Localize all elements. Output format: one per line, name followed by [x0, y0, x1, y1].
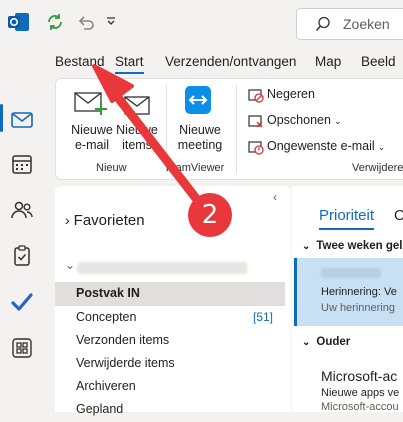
message-item[interactable]: Herinnering: Ve Uw herinnering: [294, 258, 403, 326]
cleanup-icon: [248, 115, 263, 128]
teamviewer-icon: [185, 86, 211, 114]
search-icon: [315, 16, 330, 31]
new-items-button[interactable]: Nieuwe items: [112, 123, 162, 153]
message-item[interactable]: Microsoft-ac Nieuwe apps ve Microsoft-ac…: [294, 360, 403, 413]
collapse-pane-icon[interactable]: ‹: [273, 190, 277, 204]
tab-other[interactable]: O: [394, 207, 403, 224]
mail-icon[interactable]: [10, 108, 34, 132]
favorites-header[interactable]: › Favorieten: [65, 212, 145, 229]
favorites-label: Favorieten: [73, 212, 145, 229]
section-header-older[interactable]: ⌄ Ouder: [302, 336, 350, 348]
folder-count: [51]: [252, 310, 273, 324]
message-sender: Microsoft-ac: [321, 368, 398, 384]
chevron-down-icon: ⌄: [302, 241, 311, 252]
tasks-icon[interactable]: [10, 244, 34, 268]
people-icon[interactable]: [10, 198, 34, 222]
divider: [236, 85, 237, 173]
section-label: Twee weken gel: [316, 240, 403, 252]
ribbon-tabs: Bestand Start Verzenden/ontvangen Map Be…: [55, 46, 403, 74]
folder-label: Gepland: [76, 402, 124, 416]
divider: [166, 85, 167, 173]
outlook-logo-icon: [8, 13, 29, 31]
folder-deleted[interactable]: Verwijderde items: [55, 352, 285, 376]
tab-verzenden-ontvangen[interactable]: Verzenden/ontvangen: [165, 54, 296, 69]
calendar-icon[interactable]: [10, 152, 34, 176]
folder-scheduled[interactable]: Gepland: [55, 398, 285, 422]
folder-pane: ‹ › Favorieten ⌄ Postvak IN Concepten [51…: [55, 186, 291, 416]
annotation-step-number: 2: [201, 200, 219, 230]
folder-inbox[interactable]: Postvak IN: [55, 282, 285, 306]
junk-mail-label: Ongewenste e-mail: [267, 139, 375, 153]
section-label: Ouder: [316, 336, 351, 348]
group-label-new: Nieuw: [96, 162, 127, 174]
cleanup-label: Opschonen: [267, 113, 331, 127]
new-meeting-button[interactable]: Nieuwe meeting: [174, 123, 226, 153]
group-label-delete: Verwijdere: [352, 162, 403, 174]
undo-icon[interactable]: [76, 12, 96, 32]
junk-mail-button[interactable]: Ongewenste e-mail ⌄: [267, 139, 385, 153]
chevron-down-icon: ⌄: [302, 337, 311, 348]
tab-priority[interactable]: Prioriteit: [319, 207, 375, 230]
tab-map[interactable]: Map: [315, 54, 341, 69]
section-header-two-weeks[interactable]: ⌄ Twee weken gel: [302, 240, 402, 252]
sender-redacted: [321, 268, 381, 278]
search-placeholder: Zoeken: [343, 16, 390, 32]
title-bar: Zoeken: [0, 0, 403, 46]
chevron-down-icon: ⌄: [333, 116, 342, 126]
tab-beeld[interactable]: Beeld: [361, 54, 396, 69]
new-items-label: Nieuwe items: [116, 123, 158, 152]
todo-icon[interactable]: [10, 290, 34, 314]
new-email-label: Nieuwe e-mail: [71, 123, 113, 152]
folder-sent[interactable]: Verzonden items: [55, 329, 285, 353]
message-preview: Microsoft-accou: [321, 401, 399, 413]
message-subject: Nieuwe apps ve: [321, 387, 400, 399]
folder-label: Verzonden items: [76, 333, 170, 347]
folder-label: Verwijderde items: [76, 356, 175, 370]
new-meeting-label: Nieuwe meeting: [177, 123, 223, 152]
sync-icon[interactable]: [44, 11, 66, 33]
tab-start[interactable]: Start: [115, 54, 144, 74]
search-input[interactable]: Zoeken: [296, 8, 403, 40]
app-rail: [0, 46, 44, 412]
folder-label: Postvak IN: [76, 286, 140, 300]
ignore-icon: [248, 89, 264, 103]
message-list: Prioriteit O ⌄ Twee weken gel Herinnering…: [292, 186, 403, 413]
message-preview: Uw herinnering: [321, 302, 395, 314]
customize-toolbar-icon[interactable]: [106, 16, 116, 26]
ignore-button[interactable]: Negeren: [267, 87, 315, 101]
annotation-step-badge: 2: [188, 193, 232, 237]
group-label-teamviewer: TeamViewer: [164, 162, 225, 174]
folder-label: Archiveren: [76, 379, 136, 393]
folder-archive[interactable]: Archiveren: [55, 375, 285, 399]
cleanup-button[interactable]: Opschonen ⌄: [267, 113, 341, 127]
new-items-icon: [124, 96, 150, 115]
chevron-down-icon: ⌄: [377, 142, 386, 152]
chevron-right-icon: ›: [65, 212, 70, 228]
junk-mail-icon: [248, 141, 264, 155]
folder-drafts[interactable]: Concepten [51]: [55, 306, 285, 330]
chevron-down-icon[interactable]: ⌄: [65, 258, 75, 272]
new-email-icon: [74, 92, 107, 115]
rail-active-indicator: [0, 104, 3, 132]
message-subject: Herinnering: Ve: [321, 286, 397, 298]
apps-icon[interactable]: [10, 336, 34, 360]
tab-bestand[interactable]: Bestand: [55, 54, 105, 69]
folder-label: Concepten: [76, 310, 137, 324]
account-name-redacted[interactable]: [77, 262, 247, 274]
ribbon: Nieuwe e-mail Nieuwe items Nieuw Nieuwe …: [55, 78, 403, 180]
